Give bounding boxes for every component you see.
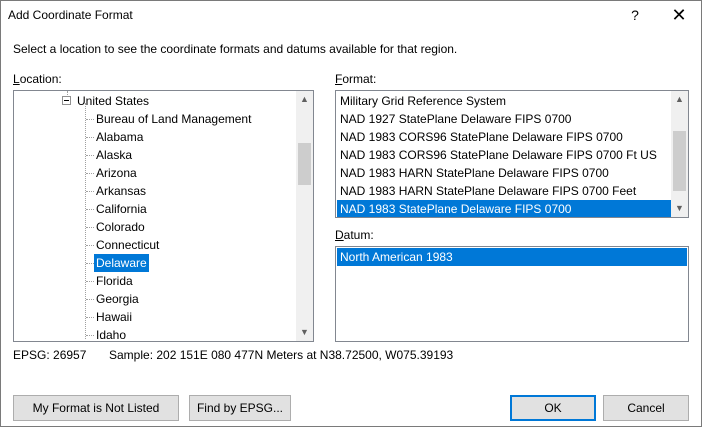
format-not-listed-button[interactable]: My Format is Not Listed	[13, 395, 179, 421]
window-title: Add Coordinate Format	[8, 8, 133, 22]
epsg-code: EPSG: 26957	[13, 348, 87, 362]
tree-line	[85, 103, 86, 339]
tree-line	[86, 137, 94, 138]
tree-item-united-states[interactable]: United States	[75, 92, 151, 110]
format-item[interactable]: NAD 1983 HARN StatePlane Delaware FIPS 0…	[337, 164, 672, 182]
format-list[interactable]: Military Grid Reference System NAD 1927 S…	[335, 90, 689, 218]
scroll-up-arrow-icon[interactable]: ▲	[296, 91, 313, 108]
cancel-button[interactable]: Cancel	[603, 395, 689, 421]
location-scrollbar[interactable]: ▲ ▼	[296, 91, 313, 341]
tree-item-alaska[interactable]: Alaska	[94, 146, 134, 164]
tree-item-bureau-of-land-management[interactable]: Bureau of Land Management	[94, 110, 253, 128]
location-label-mnemonic: L	[13, 72, 20, 86]
location-label-rest: ocation:	[19, 72, 62, 86]
tree-item-hawaii[interactable]: Hawaii	[94, 308, 134, 326]
help-button[interactable]: ?	[613, 1, 657, 30]
tree-line	[86, 173, 94, 174]
location-tree[interactable]: United States Bureau of Land Management A…	[13, 90, 314, 342]
tree-item-arkansas[interactable]: Arkansas	[94, 182, 148, 200]
tree-item-delaware[interactable]: Delaware	[94, 254, 149, 272]
tree-line	[86, 245, 94, 246]
tree-line	[86, 209, 94, 210]
tree-line	[86, 299, 94, 300]
tree-item-florida[interactable]: Florida	[94, 272, 135, 290]
collapse-icon[interactable]	[62, 96, 71, 105]
tree-line	[86, 335, 94, 336]
title-bar[interactable]: Add Coordinate Format ? ✕	[1, 1, 701, 30]
format-item[interactable]: NAD 1983 CORS96 StatePlane Delaware FIPS…	[337, 128, 672, 146]
tree-item-colorado[interactable]: Colorado	[94, 218, 147, 236]
format-item[interactable]: Military Grid Reference System	[337, 92, 672, 110]
datum-label-mnemonic: D	[335, 228, 344, 242]
format-scrollbar[interactable]: ▲ ▼	[671, 91, 688, 217]
scroll-down-arrow-icon[interactable]: ▼	[296, 324, 313, 341]
datum-label-rest: atum:	[343, 228, 374, 242]
scroll-down-arrow-icon[interactable]: ▼	[671, 200, 688, 217]
format-item[interactable]: NAD 1983 HARN StatePlane Delaware FIPS 0…	[337, 182, 672, 200]
format-item[interactable]: NAD 1983 CORS96 StatePlane Delaware FIPS…	[337, 146, 672, 164]
format-item[interactable]: NAD 1927 StatePlane Delaware FIPS 0700	[337, 110, 672, 128]
find-by-epsg-button[interactable]: Find by EPSG...	[189, 395, 291, 421]
ok-button[interactable]: OK	[510, 395, 596, 421]
datum-label: Datum:	[335, 228, 374, 242]
sample-coordinate: Sample: 202 151E 080 477N Meters at N38.…	[109, 348, 454, 362]
tree-item-connecticut[interactable]: Connecticut	[94, 236, 161, 254]
tree-line	[86, 263, 94, 264]
tree-line	[86, 119, 94, 120]
tree-item-california[interactable]: California	[94, 200, 149, 218]
tree-item-alabama[interactable]: Alabama	[94, 128, 145, 146]
tree-line	[86, 227, 94, 228]
scroll-up-arrow-icon[interactable]: ▲	[671, 91, 688, 108]
tree-line	[86, 317, 94, 318]
scroll-thumb[interactable]	[673, 131, 686, 191]
datum-list[interactable]: North American 1983	[335, 246, 689, 342]
format-label-rest: ormat:	[342, 72, 377, 86]
tree-item-arizona[interactable]: Arizona	[94, 164, 139, 182]
tree-line	[86, 281, 94, 282]
format-label: Format:	[335, 72, 376, 86]
datum-item[interactable]: North American 1983	[337, 248, 687, 266]
location-label: Location:	[13, 72, 62, 86]
tree-item-idaho[interactable]: Idaho	[94, 326, 128, 341]
tree-line	[86, 191, 94, 192]
instruction-text: Select a location to see the coordinate …	[13, 42, 458, 56]
add-coordinate-format-dialog: Add Coordinate Format ? ✕ Select a locat…	[0, 0, 702, 427]
scroll-thumb[interactable]	[298, 143, 311, 185]
close-button[interactable]: ✕	[657, 1, 701, 30]
tree-item-georgia[interactable]: Georgia	[94, 290, 141, 308]
tree-line	[86, 155, 94, 156]
format-item[interactable]: NAD 1983 StatePlane Delaware FIPS 0700	[337, 200, 672, 217]
